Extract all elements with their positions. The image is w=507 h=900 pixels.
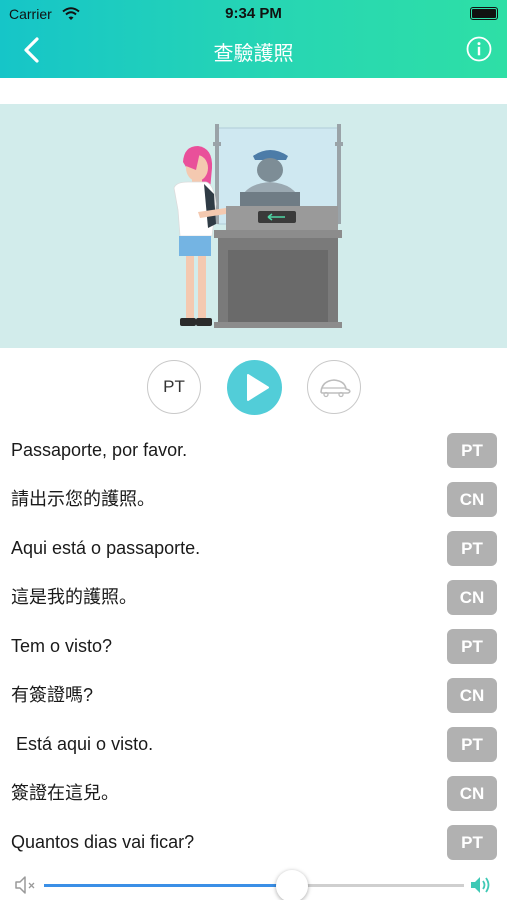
language-toggle-button[interactable]: PT	[147, 360, 201, 414]
phrase-language-badge[interactable]: PT	[447, 531, 497, 566]
phrase-row[interactable]: Aqui está o passaporte. PT	[0, 524, 507, 573]
turtle-icon	[320, 379, 351, 398]
page-title: 查驗護照	[213, 43, 294, 65]
phrase-text: Tem o visto?	[11, 636, 113, 656]
status-time: 9:34 PM	[225, 5, 282, 22]
phrase-text: 請出示您的護照。	[11, 489, 155, 509]
phrase-row[interactable]: 這是我的護照。 CN	[0, 573, 507, 622]
info-button[interactable]	[466, 36, 492, 62]
scene-illustration	[0, 104, 507, 348]
volume-control	[0, 862, 507, 900]
phrase-text: Passaporte, por favor.	[11, 440, 188, 460]
passport-control-illustration	[173, 124, 343, 328]
phrase-language-badge[interactable]: CN	[447, 482, 497, 517]
phrase-text: 這是我的護照。	[11, 587, 137, 607]
speaker-mute-icon[interactable]	[13, 873, 37, 897]
phrase-text: 簽證在這兒。	[11, 783, 119, 803]
volume-fill	[44, 884, 292, 887]
header: Carrier 9:34 PM 查驗護照	[0, 0, 507, 78]
phrase-language-badge[interactable]: PT	[447, 433, 497, 468]
phrase-row[interactable]: Quantos dias vai ficar? PT	[0, 818, 507, 867]
speaker-loud-icon[interactable]	[469, 873, 495, 897]
phrase-row[interactable]: 請出示您的護照。 CN	[0, 475, 507, 524]
phrase-text: 有簽證嗎?	[11, 685, 94, 705]
phrase-row[interactable]: Passaporte, por favor. PT	[0, 426, 507, 475]
phrase-language-badge[interactable]: CN	[447, 776, 497, 811]
play-button[interactable]	[227, 360, 282, 415]
volume-thumb[interactable]	[275, 870, 308, 900]
phrase-language-badge[interactable]: CN	[447, 678, 497, 713]
battery-icon	[470, 7, 498, 20]
status-bar: Carrier 9:34 PM	[0, 0, 507, 28]
phrase-text: Está aqui o visto.	[11, 734, 154, 754]
phrase-row[interactable]: Tem o visto? PT	[0, 622, 507, 671]
phrase-language-badge[interactable]: PT	[447, 825, 497, 860]
slow-speed-button[interactable]	[307, 360, 361, 414]
app-screen: Carrier 9:34 PM 查驗護照 PT Passaporte, por …	[0, 0, 507, 900]
phrase-language-badge[interactable]: PT	[447, 727, 497, 762]
play-icon	[247, 374, 269, 401]
phrase-language-badge[interactable]: CN	[447, 580, 497, 615]
phrase-row[interactable]: Está aqui o visto. PT	[0, 720, 507, 769]
phrase-text: Quantos dias vai ficar?	[11, 832, 195, 852]
phrase-language-badge[interactable]: PT	[447, 629, 497, 664]
phrase-row[interactable]: 簽證在這兒。 CN	[0, 769, 507, 818]
playback-controls: PT	[0, 360, 507, 416]
phrase-row[interactable]: 有簽證嗎? CN	[0, 671, 507, 720]
volume-slider[interactable]	[44, 870, 464, 900]
phrase-text: Aqui está o passaporte.	[11, 538, 201, 558]
